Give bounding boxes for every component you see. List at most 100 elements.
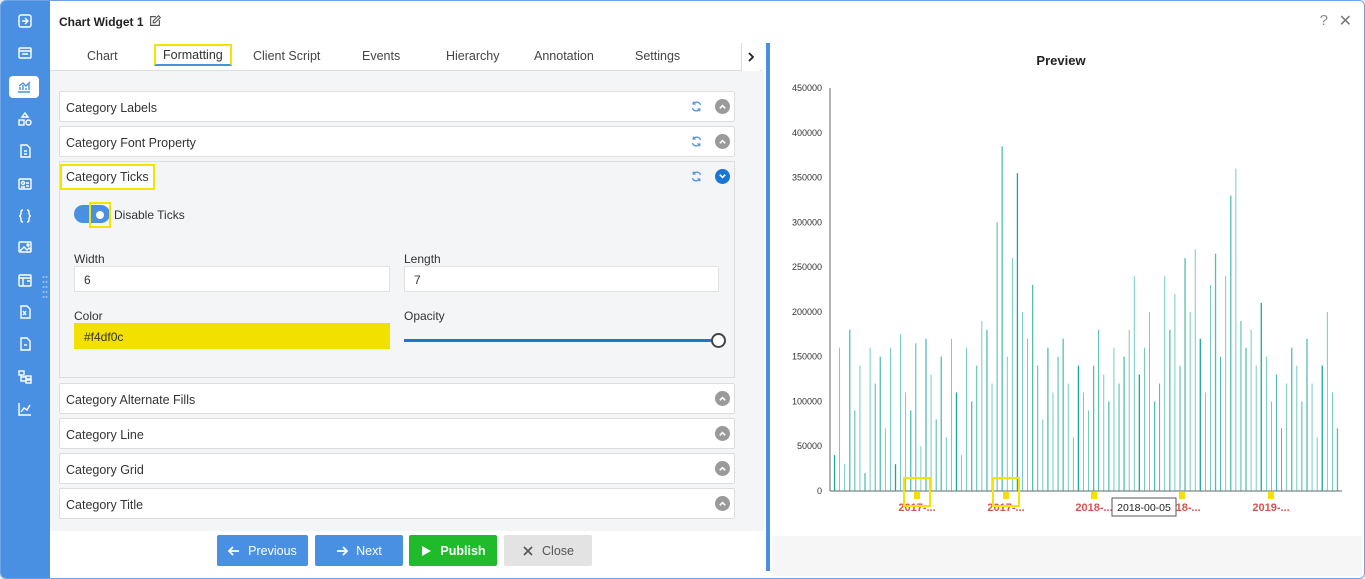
refresh-icon[interactable] <box>690 100 703 113</box>
opacity-label: Opacity <box>404 309 445 323</box>
chart-svg[interactable]: 0 50000 100000 150000 200000 250000 300000 3500… <box>776 73 1362 538</box>
image-icon[interactable] <box>13 236 37 258</box>
category-tick <box>1091 492 1097 499</box>
tabs-next-button[interactable] <box>741 43 760 71</box>
edit-icon[interactable] <box>148 14 162 28</box>
opacity-slider-handle[interactable] <box>711 333 726 348</box>
section-category-line[interactable]: Category Line <box>59 418 735 449</box>
close-label: Close <box>542 543 574 558</box>
section-label: Category Line <box>66 428 144 442</box>
chevron-right-icon <box>748 52 755 62</box>
y-tick-label: 50000 <box>797 441 822 451</box>
tab-settings[interactable]: Settings <box>635 49 680 63</box>
category-tick <box>1268 492 1274 499</box>
section-label[interactable]: Category Ticks <box>60 164 155 190</box>
braces-icon[interactable] <box>13 205 37 227</box>
preview-panel: Preview 0 50000 100000 150000 200000 250000 30… <box>772 43 1364 578</box>
y-tick-label: 450000 <box>792 83 822 93</box>
toggle-highlight <box>89 202 111 228</box>
publish-button[interactable]: Publish <box>409 535 497 566</box>
length-input[interactable]: 7 <box>404 266 719 292</box>
width-label: Width <box>74 252 105 266</box>
previous-label: Previous <box>248 543 297 558</box>
previous-button[interactable]: Previous <box>217 535 308 566</box>
category-tick <box>1179 492 1185 499</box>
category-tick <box>1003 492 1009 499</box>
next-label: Next <box>356 543 382 558</box>
tab-formatting[interactable]: Formatting <box>154 44 232 66</box>
drag-grip-icon[interactable] <box>42 275 48 303</box>
play-icon <box>422 545 432 556</box>
shapes-icon[interactable] <box>13 108 37 130</box>
tab-hierarchy[interactable]: Hierarchy <box>446 49 500 63</box>
section-label: Category Labels <box>66 101 158 115</box>
section-label: Category Alternate Fills <box>66 393 196 407</box>
table-icon[interactable] <box>13 42 37 64</box>
tab-chart[interactable]: Chart <box>87 49 118 63</box>
y-tick-label: 350000 <box>792 173 822 183</box>
file-icon[interactable] <box>13 333 37 355</box>
next-button[interactable]: Next <box>315 535 403 566</box>
x-tick-label: 2019-... <box>1252 502 1289 514</box>
color-input[interactable]: #f4df0c <box>74 323 390 349</box>
x-tick-label: 2018-... <box>1075 502 1112 514</box>
chevron-up-icon[interactable] <box>715 496 730 511</box>
tab-bar: Chart Formatting Client Script Events Hi… <box>50 43 762 71</box>
tab-client-script[interactable]: Client Script <box>253 49 320 63</box>
y-tick-label: 150000 <box>792 352 822 362</box>
y-tick-label: 0 <box>817 486 822 496</box>
chart-container: 0 50000 100000 150000 200000 250000 300000 3500… <box>776 73 1362 538</box>
section-label: Category Title <box>66 498 144 512</box>
panel-splitter[interactable] <box>766 43 770 571</box>
section-category-title[interactable]: Category Title <box>59 488 735 519</box>
left-rail <box>1 1 50 578</box>
width-input[interactable]: 6 <box>74 266 390 292</box>
window-header: Chart Widget 1 ? ✕ <box>50 1 1364 43</box>
category-tick <box>914 492 920 499</box>
formatting-panel: Category Labels Category Font Property C… <box>50 71 764 531</box>
tab-events[interactable]: Events <box>362 49 400 63</box>
chevron-up-icon[interactable] <box>715 461 730 476</box>
chevron-up-icon[interactable] <box>715 134 730 149</box>
refresh-icon[interactable] <box>690 170 703 183</box>
help-icon[interactable]: ? <box>1320 12 1328 29</box>
widget-title: Chart Widget 1 <box>59 15 144 29</box>
section-label: Category Grid <box>66 463 144 477</box>
section-category-grid[interactable]: Category Grid <box>59 453 735 484</box>
sign-in-icon[interactable] <box>13 10 37 32</box>
y-tick-label: 400000 <box>792 128 822 138</box>
y-tick-label: 100000 <box>792 396 822 406</box>
y-tick-label: 250000 <box>792 262 822 272</box>
arrow-left-icon <box>228 545 240 556</box>
refresh-icon[interactable] <box>690 135 703 148</box>
chart-icon[interactable] <box>9 76 39 98</box>
opacity-slider-track[interactable] <box>404 339 717 342</box>
y-tick-label: 300000 <box>792 217 822 227</box>
document-icon[interactable] <box>13 140 37 162</box>
section-category-font-property[interactable]: Category Font Property <box>59 126 735 157</box>
preview-title: Preview <box>1036 53 1086 68</box>
close-icon <box>523 545 533 556</box>
close-icon[interactable]: ✕ <box>1339 11 1352 31</box>
chevron-down-icon[interactable] <box>715 169 730 184</box>
chevron-up-icon[interactable] <box>715 426 730 441</box>
hierarchy-icon[interactable] <box>13 366 37 388</box>
tooltip-text: 2018-00-05 <box>1117 502 1171 514</box>
y-tick-label: 200000 <box>792 307 822 317</box>
section-category-alternate-fills[interactable]: Category Alternate Fills <box>59 383 735 414</box>
section-category-ticks: Category Ticks Disable Ticks Width 6 Len… <box>59 161 735 378</box>
publish-label: Publish <box>440 543 486 558</box>
id-card-icon[interactable] <box>13 173 37 195</box>
section-label: Category Font Property <box>66 136 196 150</box>
window: Chart Widget 1 ? ✕ Chart Formatting Clie… <box>0 0 1365 579</box>
chevron-up-icon[interactable] <box>715 391 730 406</box>
excel-icon[interactable] <box>13 301 37 323</box>
close-button[interactable]: Close <box>504 535 592 566</box>
tab-annotation[interactable]: Annotation <box>534 49 594 63</box>
calendar-icon[interactable] <box>13 269 37 291</box>
color-label: Color <box>74 309 103 323</box>
chevron-up-icon[interactable] <box>715 99 730 114</box>
line-chart-icon[interactable] <box>13 398 37 420</box>
section-category-labels[interactable]: Category Labels <box>59 91 735 122</box>
arrow-right-icon <box>337 545 349 556</box>
